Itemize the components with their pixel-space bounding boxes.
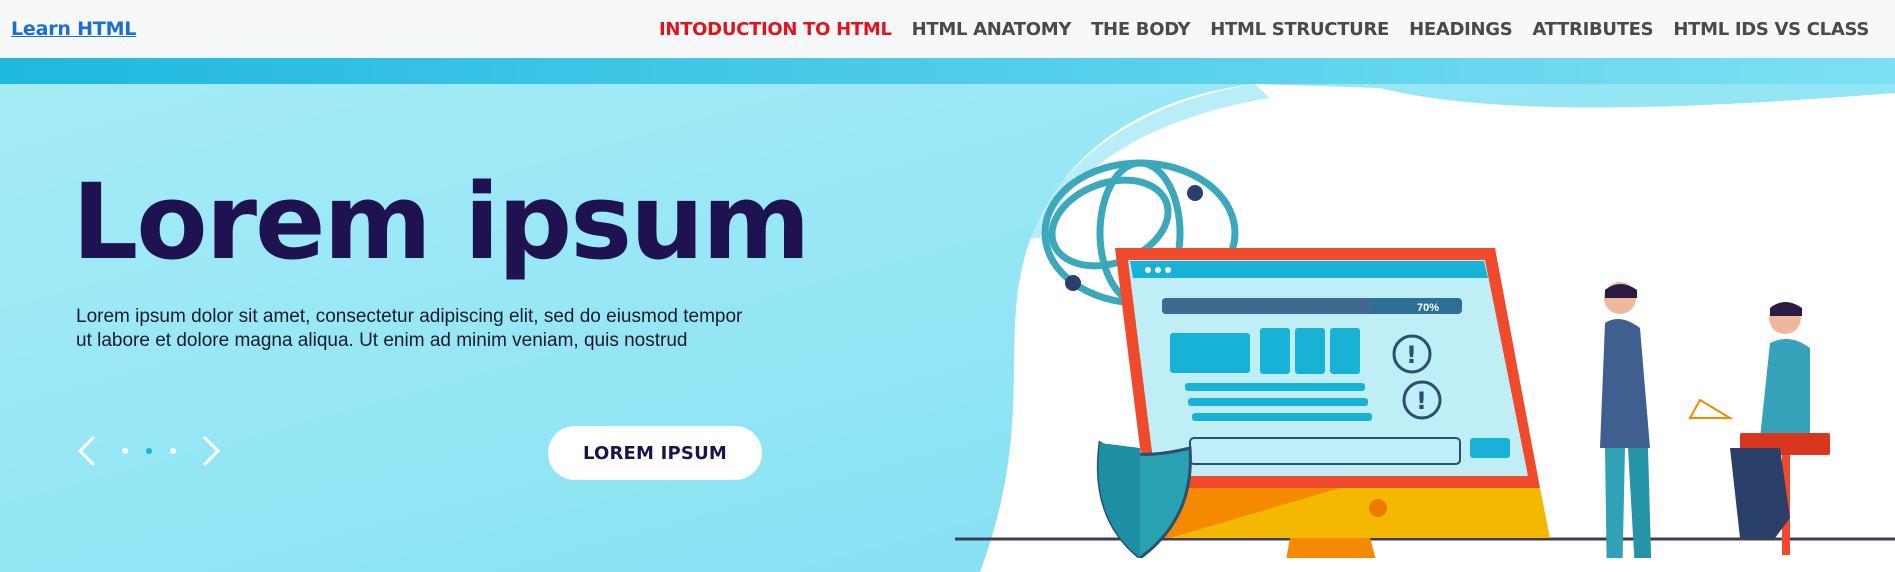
computer-illustration: 70% ! ! bbox=[1041, 159, 1830, 558]
nav-link-headings[interactable]: HEADINGS bbox=[1409, 19, 1513, 40]
chevron-left-icon[interactable] bbox=[74, 434, 100, 468]
top-navbar: Learn HTML INTODUCTION TO HTML HTML ANAT… bbox=[0, 0, 1895, 58]
hero-description: Lorem ipsum dolor sit amet, consectetur … bbox=[76, 305, 776, 353]
hero-title: Lorem ipsum bbox=[72, 161, 811, 283]
svg-text:!: ! bbox=[1406, 341, 1417, 369]
nav-link-attributes[interactable]: ATTRIBUTES bbox=[1532, 19, 1653, 40]
carousel-dot[interactable] bbox=[122, 448, 128, 454]
bug-icon bbox=[1065, 275, 1081, 291]
nav-link-html-structure[interactable]: HTML STRUCTURE bbox=[1210, 19, 1389, 40]
svg-text:!: ! bbox=[1416, 387, 1427, 415]
hero-carousel: Lorem ipsum Lorem ipsum dolor sit amet, … bbox=[0, 58, 1895, 572]
nav-link-the-body[interactable]: THE BODY bbox=[1091, 19, 1191, 40]
nav-link-introduction[interactable]: INTODUCTION TO HTML bbox=[659, 19, 892, 40]
hero-description-line-2: ut labore et dolore magna aliqua. Ut eni… bbox=[76, 330, 688, 351]
progress-label: 70% bbox=[1417, 302, 1439, 314]
cta-button[interactable]: LOREM IPSUM bbox=[548, 426, 762, 480]
nav-link-ids-vs-class[interactable]: HTML IDS VS CLASS bbox=[1673, 19, 1869, 40]
progress-bar-fill bbox=[1162, 298, 1372, 314]
shield-icon bbox=[1096, 440, 1192, 558]
carousel-dot[interactable] bbox=[170, 448, 176, 454]
bug-icon bbox=[1187, 185, 1203, 201]
carousel-dot-active[interactable] bbox=[146, 448, 152, 454]
nav-link-html-anatomy[interactable]: HTML ANATOMY bbox=[912, 19, 1072, 40]
nav-links: INTODUCTION TO HTML HTML ANATOMY THE BOD… bbox=[659, 19, 1884, 40]
carousel-controls bbox=[74, 434, 224, 468]
chevron-right-icon[interactable] bbox=[198, 434, 224, 468]
hero-description-line-1: Lorem ipsum dolor sit amet, consectetur … bbox=[76, 306, 743, 327]
brand-link[interactable]: Learn HTML bbox=[11, 18, 136, 40]
carousel-indicators bbox=[122, 448, 176, 454]
